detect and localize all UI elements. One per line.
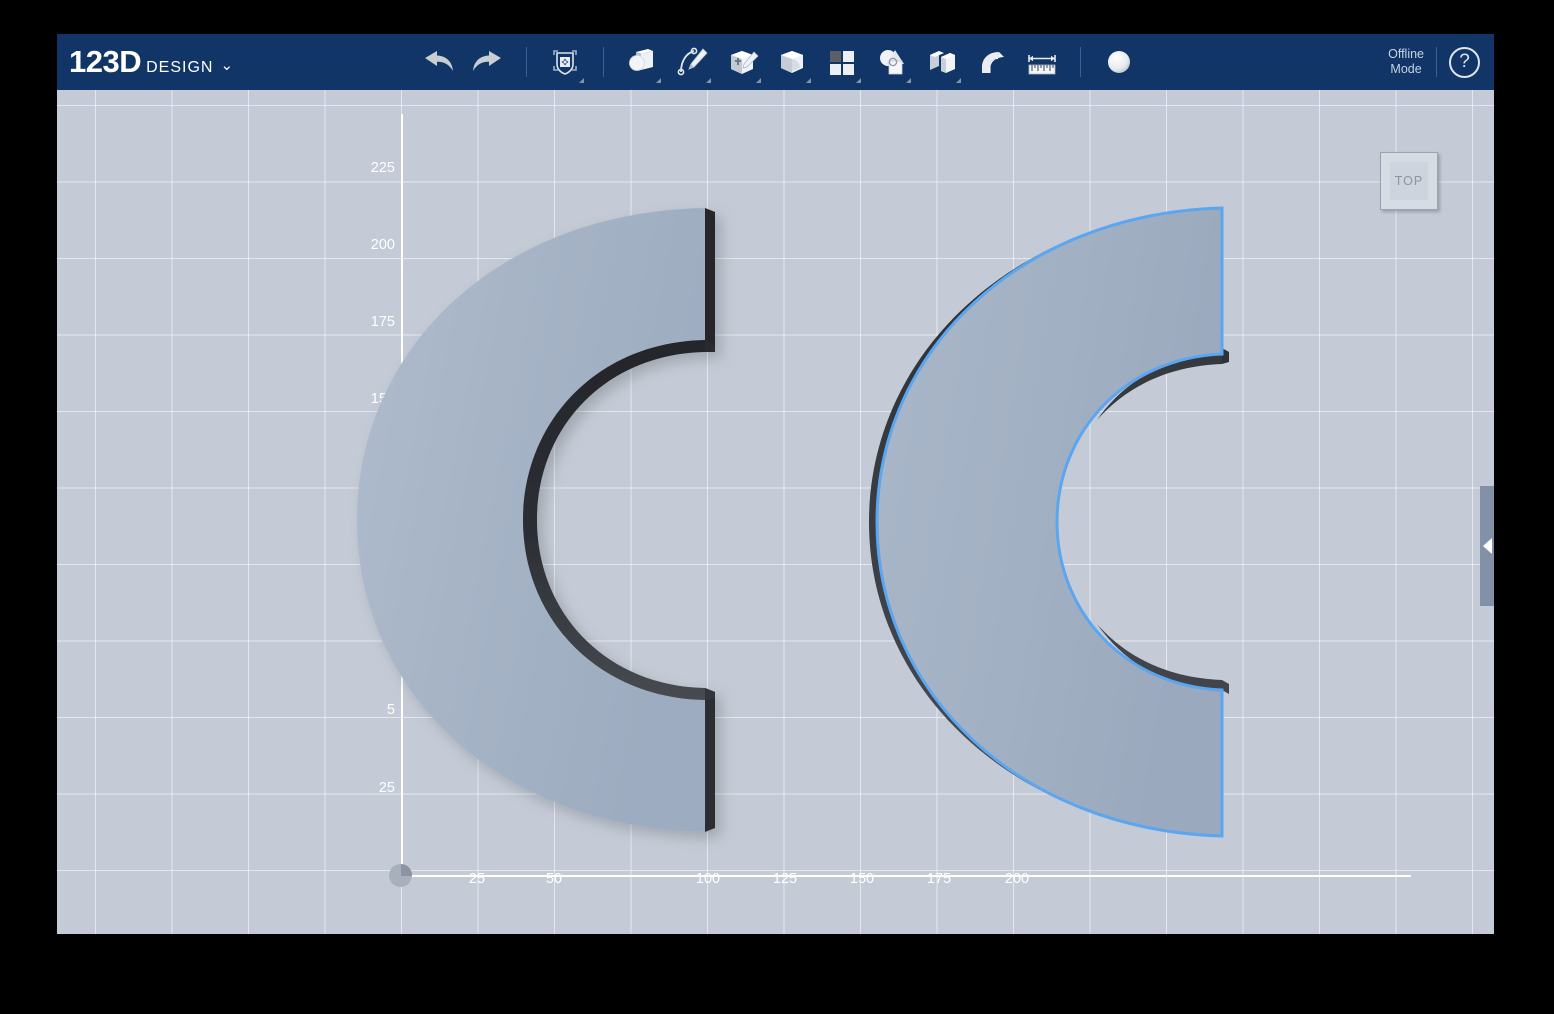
snap-tool[interactable] — [970, 39, 1014, 85]
chevron-down-icon — [956, 78, 962, 83]
app-window: 123D DESIGN ⌄ Offline Mode ? 225 200 175… — [57, 34, 1494, 934]
cube-fillet-icon — [781, 51, 804, 73]
combine-tool[interactable] — [920, 39, 964, 85]
chevron-down-icon — [706, 78, 712, 83]
device-frame: 123D DESIGN ⌄ Offline Mode ? 225 200 175… — [0, 0, 1554, 1014]
toolbar-divider — [1436, 47, 1437, 77]
chevron-down-icon — [906, 78, 912, 83]
brand-primary: 123D — [69, 44, 142, 79]
x-tick-label: 150 — [849, 871, 875, 887]
chevron-down-icon — [756, 78, 762, 83]
chevron-down-icon: ⌄ — [220, 57, 234, 74]
y-tick-label: 150 — [370, 391, 395, 407]
undo-button[interactable] — [416, 39, 460, 85]
cube-pencil-icon — [731, 51, 759, 74]
y-tick-label: 175 — [370, 314, 395, 330]
sphere-icon — [1108, 51, 1131, 73]
transform-tool[interactable] — [543, 39, 587, 85]
grouping-tool[interactable] — [870, 39, 914, 85]
brand-secondary: DESIGN — [146, 59, 214, 76]
modify-tool[interactable] — [770, 39, 814, 85]
x-tick-label: 175 — [926, 871, 952, 887]
measure-tool[interactable] — [1020, 39, 1064, 85]
sketch-tool[interactable] — [670, 39, 714, 85]
magnet-icon — [982, 52, 1005, 73]
grid-squares-icon — [830, 51, 855, 75]
y-tick-label: 5 — [386, 702, 395, 718]
undo-arrow-icon — [425, 51, 454, 71]
pencil-spline-icon — [677, 47, 708, 76]
offline-mode-line2: Mode — [1390, 62, 1422, 76]
x-tick-label: 125 — [772, 871, 798, 887]
view-cube[interactable]: TOP — [1380, 152, 1438, 210]
main-toolbar — [413, 34, 1144, 90]
axis-y — [401, 114, 403, 876]
app-logo-menu[interactable]: 123D DESIGN ⌄ — [69, 44, 233, 80]
y-tick-label: 200 — [370, 237, 395, 253]
chevron-left-icon — [1482, 538, 1492, 554]
redo-button[interactable] — [466, 39, 510, 85]
chevron-down-icon — [856, 78, 862, 83]
viewport-canvas[interactable]: 225 200 175 150 5 25 25 50 100 125 150 1… — [57, 90, 1494, 934]
y-tick-label: 225 — [370, 160, 395, 176]
chevron-down-icon — [656, 78, 662, 83]
grid-lines — [57, 90, 1494, 934]
primitives-tool[interactable] — [620, 39, 664, 85]
cube-split-icon — [930, 51, 956, 73]
offline-mode-line1: Offline — [1388, 47, 1424, 61]
move-gizmo-icon — [553, 50, 577, 75]
side-panel-toggle[interactable] — [1480, 486, 1494, 606]
chevron-down-icon — [806, 78, 812, 83]
x-tick-label: 200 — [1004, 871, 1030, 887]
header-right-group: Offline Mode ? — [1388, 34, 1480, 90]
x-tick-label: 50 — [545, 871, 563, 887]
pattern-tool[interactable] — [820, 39, 864, 85]
construct-tool[interactable] — [720, 39, 764, 85]
shapes-overlap-icon — [880, 50, 905, 75]
origin-marker-icon[interactable] — [389, 864, 412, 887]
view-cube-face-label: TOP — [1390, 162, 1428, 200]
x-tick-label: 25 — [468, 871, 486, 887]
x-tick-label: 100 — [695, 871, 721, 887]
sphere-cube-icon — [629, 49, 654, 71]
offline-mode-status[interactable]: Offline Mode — [1388, 47, 1424, 77]
help-icon[interactable]: ? — [1449, 46, 1480, 78]
y-tick-label: 25 — [378, 780, 395, 796]
redo-arrow-icon — [473, 51, 502, 71]
toolbar-divider — [603, 47, 605, 77]
material-tool[interactable] — [1097, 39, 1141, 85]
toolbar-divider — [526, 47, 528, 77]
toolbar-divider — [1080, 47, 1082, 77]
app-header: 123D DESIGN ⌄ Offline Mode ? — [57, 34, 1494, 90]
ruler-icon — [1028, 55, 1056, 75]
chevron-down-icon — [579, 78, 585, 83]
